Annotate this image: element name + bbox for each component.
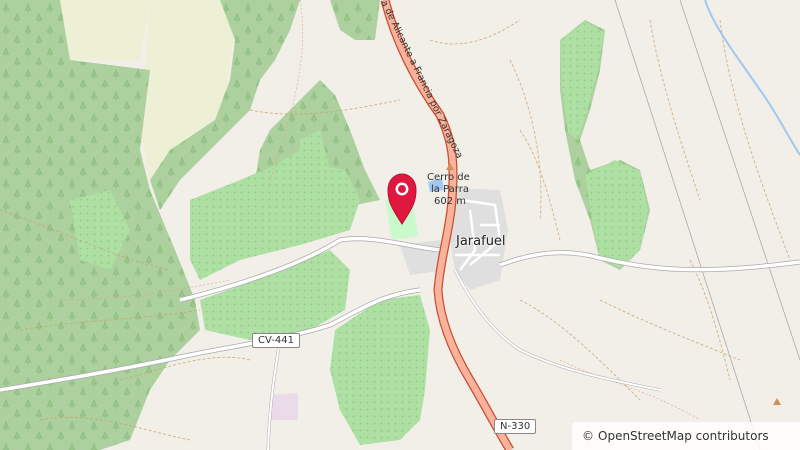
place-label: Jarafuel	[456, 234, 506, 249]
road-shield-n330: N-330	[494, 419, 537, 434]
road-shield-cv441: CV-441	[252, 333, 300, 348]
peak-name-line1: Cerro de	[427, 172, 470, 183]
attribution-bar: © OpenStreetMap contributors	[572, 422, 800, 450]
copyright-icon: ©	[582, 429, 594, 443]
attribution-link[interactable]: OpenStreetMap contributors	[598, 429, 769, 443]
farmland-area	[60, 0, 150, 60]
peak-name-line2: la Parra	[431, 184, 469, 195]
peak-elevation: 602 m	[434, 196, 467, 207]
industrial-area	[270, 393, 298, 420]
map-canvas[interactable]: a de Alicante a Francia por Zaragoza	[0, 0, 800, 450]
